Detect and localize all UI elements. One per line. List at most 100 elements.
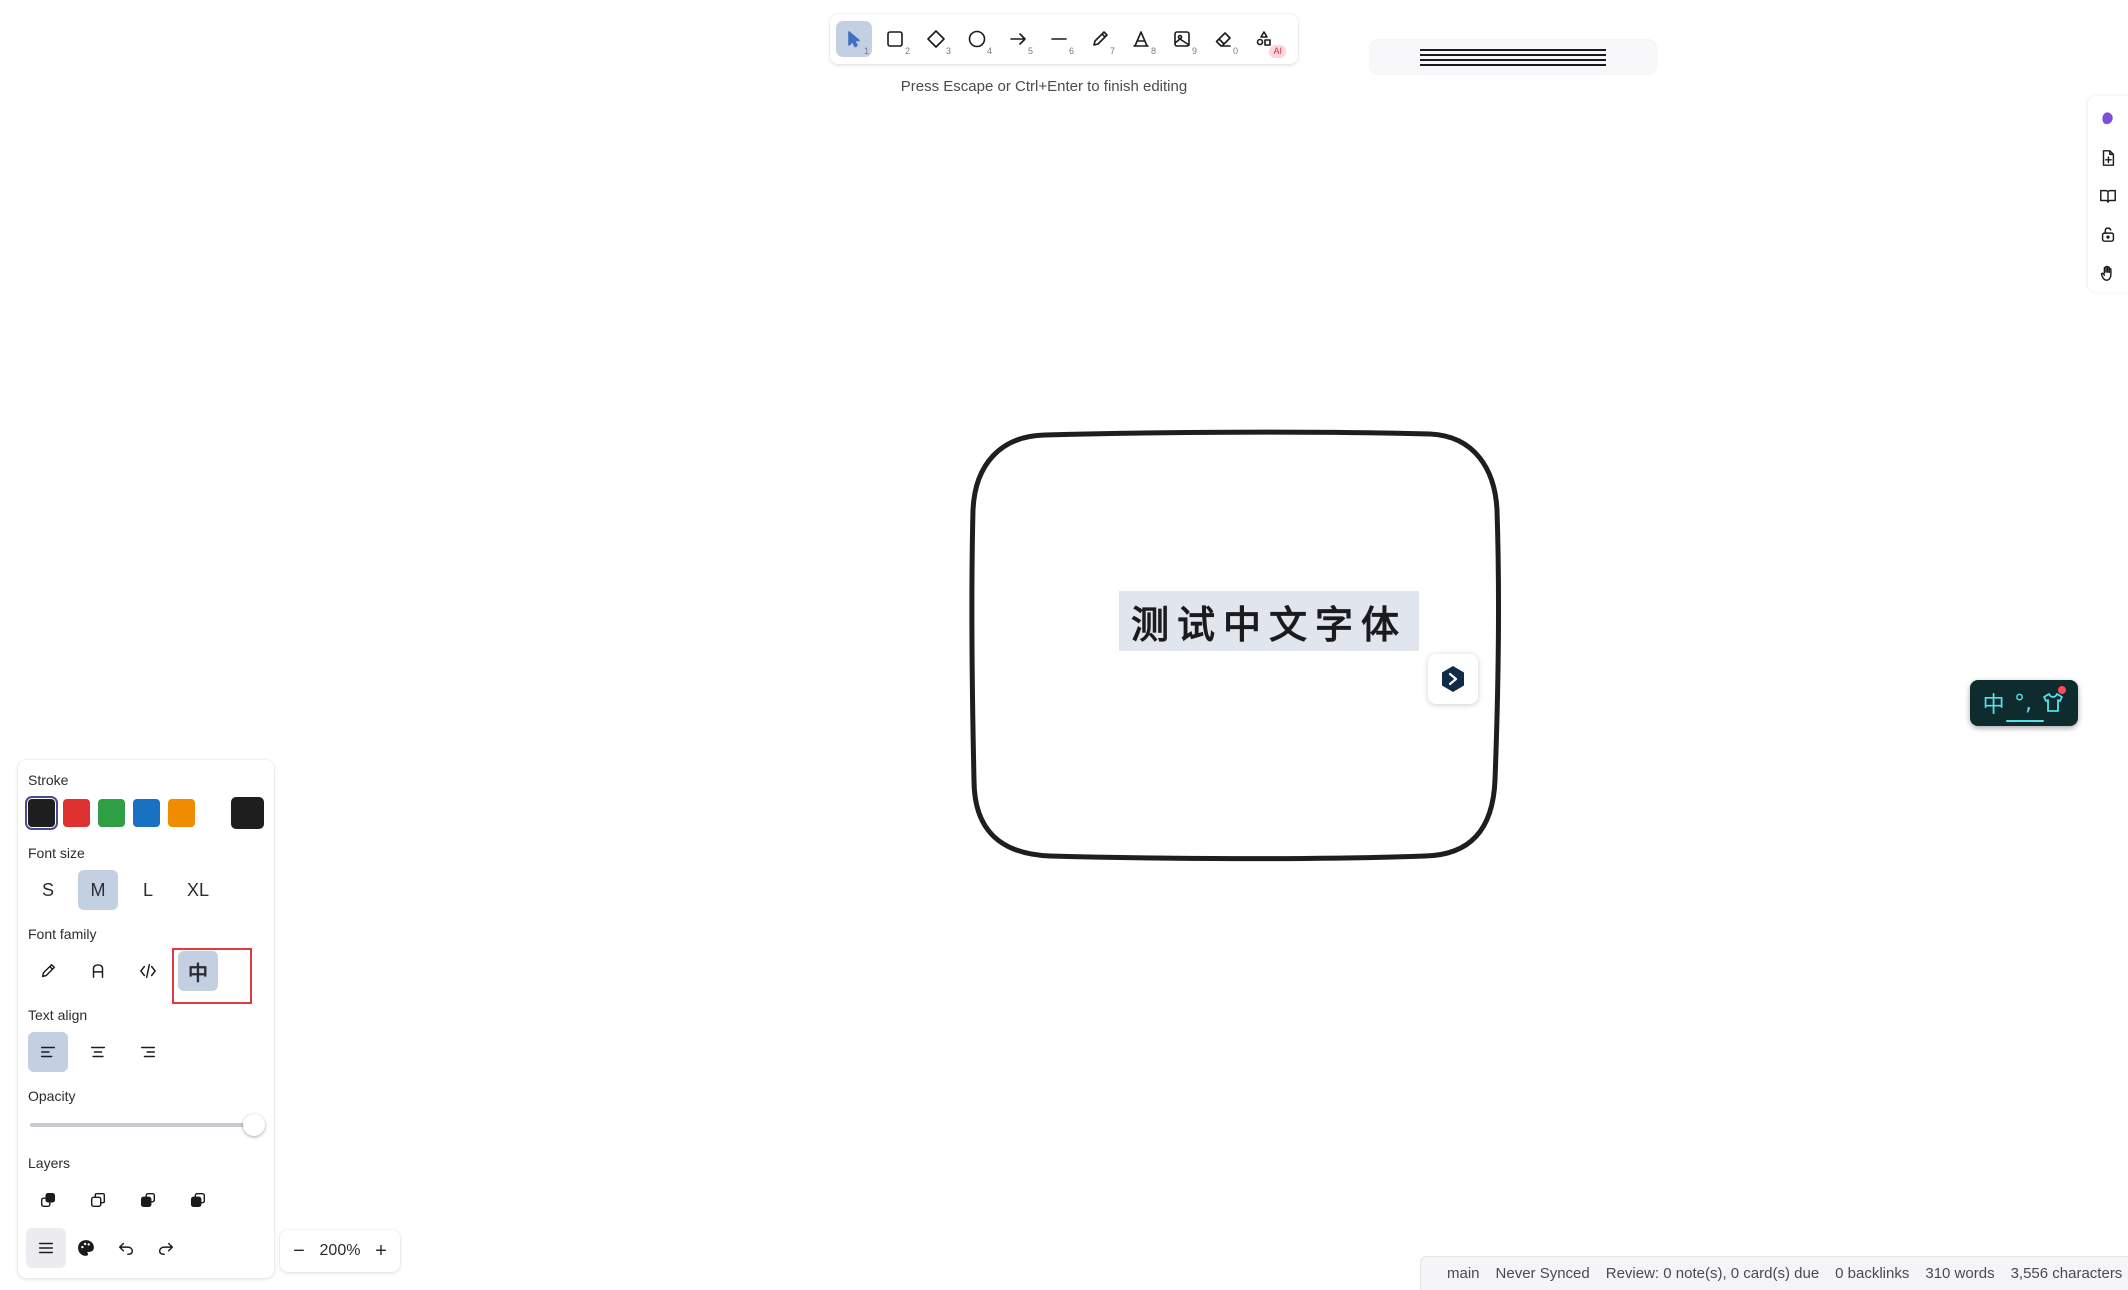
- code-icon: [140, 963, 156, 979]
- shortcut-number: 0: [1232, 46, 1238, 56]
- library-button[interactable]: [2091, 180, 2125, 212]
- deepl-icon: [1442, 666, 1464, 692]
- zoom-level[interactable]: 200%: [320, 1242, 361, 1260]
- hand-icon: [2100, 265, 2112, 281]
- current-stroke-color-picker[interactable]: [231, 797, 264, 829]
- selection-tool-button[interactable]: 1: [836, 21, 872, 57]
- diamond-icon: [927, 30, 945, 48]
- main-menu-button[interactable]: [26, 1228, 66, 1268]
- align-right-button[interactable]: [128, 1032, 168, 1072]
- book-open-icon: [2100, 189, 2116, 204]
- align-center-icon: [90, 1046, 106, 1058]
- bring-forward-icon: [140, 1192, 156, 1208]
- shortcut-number: 8: [1150, 46, 1156, 56]
- shortcut-number: 1: [863, 46, 869, 56]
- text-align-row: [28, 1032, 264, 1072]
- shortcut-number: 4: [986, 46, 992, 56]
- font-size-medium-button[interactable]: M: [78, 870, 118, 910]
- stroke-color-green[interactable]: [98, 799, 126, 827]
- panel-bottom-actions: [26, 1228, 186, 1268]
- font-hand-drawn-button[interactable]: [28, 951, 68, 991]
- unlock-icon: [2101, 227, 2115, 243]
- text-align-label: Text align: [28, 1007, 88, 1023]
- hamburger-menu-icon: [38, 1242, 54, 1254]
- palette-icon: [78, 1240, 94, 1256]
- opacity-slider-fill: [30, 1123, 254, 1127]
- font-size-xl-button[interactable]: XL: [178, 870, 218, 910]
- draw-tool-button[interactable]: 7: [1082, 21, 1118, 57]
- eraser-tool-button[interactable]: 0: [1205, 21, 1241, 57]
- font-normal-button[interactable]: [78, 951, 118, 991]
- zoom-out-button[interactable]: −: [286, 1237, 312, 1265]
- bring-to-front-icon: [190, 1192, 206, 1208]
- annotation-highlight-box: [172, 948, 252, 1004]
- branch-indicator[interactable]: main: [1447, 1265, 1480, 1282]
- backlinks-count[interactable]: 0 backlinks: [1835, 1265, 1909, 1282]
- lock-button[interactable]: [2091, 218, 2125, 250]
- send-to-back-button[interactable]: [28, 1180, 68, 1220]
- ime-toolbar[interactable]: 中 °,: [1970, 680, 2078, 726]
- element-style-panel: Stroke Font size S M L XL Font family 中 …: [18, 760, 274, 1278]
- stroke-color-blue[interactable]: [133, 799, 161, 827]
- plugin-button[interactable]: [2091, 103, 2125, 135]
- bring-to-front-button[interactable]: [178, 1180, 218, 1220]
- font-size-small-button[interactable]: S: [28, 870, 68, 910]
- selected-canvas-text[interactable]: 测试中文字体: [1119, 591, 1419, 651]
- image-tool-button[interactable]: 9: [1164, 21, 1200, 57]
- font-family-label: Font family: [28, 926, 97, 942]
- shortcut-number: 2: [904, 46, 910, 56]
- arrow-tool-button[interactable]: 5: [1000, 21, 1036, 57]
- character-count: 3,556 characters: [2010, 1265, 2123, 1282]
- more-tools-button[interactable]: AI: [1246, 21, 1286, 58]
- rectangle-icon: [887, 31, 903, 47]
- plugin-icon: [2102, 112, 2113, 125]
- ellipse-tool-button[interactable]: 4: [959, 21, 995, 57]
- text-icon: [1133, 31, 1149, 47]
- align-center-button[interactable]: [78, 1032, 118, 1072]
- new-file-button[interactable]: [2091, 141, 2125, 173]
- word-count: 310 words: [1925, 1265, 1995, 1282]
- text-tool-button[interactable]: 8: [1123, 21, 1159, 57]
- zoom-control: − 200% +: [280, 1230, 400, 1272]
- stroke-color-orange[interactable]: [168, 799, 196, 827]
- layers-label: Layers: [28, 1155, 71, 1171]
- right-sidebar: [2088, 96, 2128, 292]
- minimap-panel[interactable]: [1370, 40, 1656, 74]
- opacity-slider-thumb[interactable]: [243, 1114, 265, 1136]
- shortcut-number: 5: [1027, 46, 1033, 56]
- redo-button[interactable]: [146, 1228, 186, 1268]
- bring-forward-button[interactable]: [128, 1180, 168, 1220]
- translate-extension-button[interactable]: [1428, 654, 1478, 704]
- redo-icon: [158, 1242, 174, 1256]
- style-palette-button[interactable]: [66, 1228, 106, 1268]
- arrow-icon: [1010, 33, 1026, 45]
- zoom-in-button[interactable]: +: [368, 1237, 394, 1265]
- review-status[interactable]: Review: 0 note(s), 0 card(s) due: [1606, 1265, 1819, 1282]
- stroke-color-red[interactable]: [63, 799, 91, 827]
- send-to-back-icon: [40, 1192, 56, 1208]
- rectangle-tool-button[interactable]: 2: [877, 21, 913, 57]
- line-icon: [1051, 38, 1067, 40]
- image-icon: [1174, 31, 1190, 47]
- send-backward-button[interactable]: [78, 1180, 118, 1220]
- main-toolbar: 1 2 3 4 5 6 7 8 9 0 AI: [830, 14, 1298, 64]
- align-right-icon: [140, 1046, 156, 1058]
- skin-icon[interactable]: [2041, 691, 2065, 715]
- font-size-large-button[interactable]: L: [128, 870, 168, 910]
- align-left-button[interactable]: [28, 1032, 68, 1072]
- status-bar: main Never Synced Review: 0 note(s), 0 c…: [1420, 1256, 2128, 1290]
- line-tool-button[interactable]: 6: [1041, 21, 1077, 57]
- sync-status[interactable]: Never Synced: [1496, 1265, 1590, 1282]
- font-code-button[interactable]: [128, 951, 168, 991]
- stroke-color-black[interactable]: [24, 796, 59, 830]
- font-normal-icon: [92, 964, 104, 979]
- ime-active-indicator: [2006, 720, 2044, 722]
- opacity-label: Opacity: [28, 1088, 76, 1104]
- ime-mode-toggle[interactable]: 中: [1983, 687, 2005, 719]
- diamond-tool-button[interactable]: 3: [918, 21, 954, 57]
- opacity-slider[interactable]: [30, 1113, 265, 1137]
- hand-tool-button[interactable]: [2091, 257, 2125, 289]
- align-left-icon: [40, 1046, 56, 1058]
- undo-button[interactable]: [106, 1228, 146, 1268]
- ime-punctuation-toggle[interactable]: °,: [2014, 691, 2032, 716]
